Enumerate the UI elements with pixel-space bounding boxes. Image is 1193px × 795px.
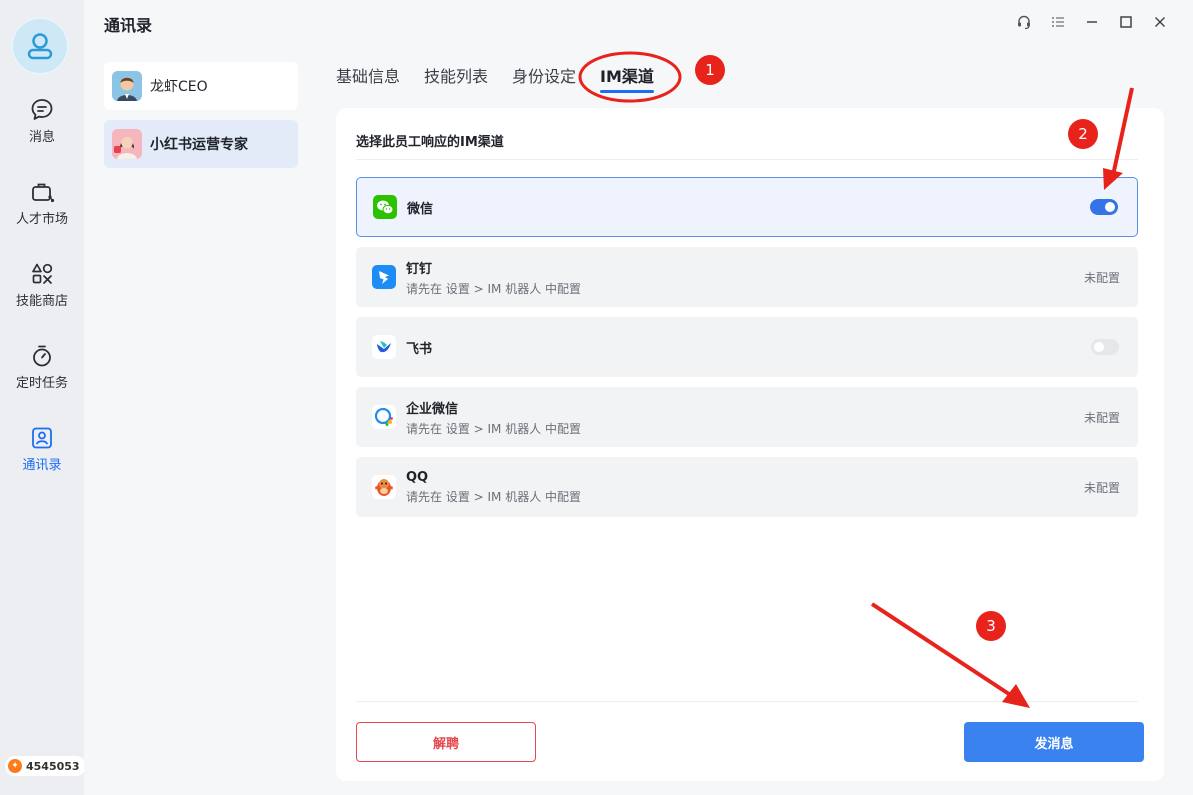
channel-name: QQ	[406, 469, 429, 485]
headset-icon	[1018, 15, 1030, 30]
channel-name: 微信	[407, 201, 434, 217]
feishu-toggle[interactable]	[1091, 339, 1119, 355]
channel-name: 飞书	[406, 341, 433, 357]
briefcase-icon	[32, 183, 55, 203]
feishu-icon	[372, 335, 396, 359]
channel-name: 企业微信	[406, 401, 459, 417]
timer-icon	[33, 345, 51, 367]
divider	[356, 159, 1138, 160]
contact-name: 龙虾CEO	[150, 79, 208, 95]
close-icon	[1154, 16, 1166, 28]
channel-hint: 请先在 设置 > IM 机器人 中配置	[406, 421, 582, 436]
active-tab-indicator	[600, 90, 654, 93]
annotation-badge-3: 3	[976, 611, 1006, 641]
contact-name: 小红书运营专家	[150, 137, 248, 153]
tab-identity[interactable]: 身份设定	[512, 63, 576, 87]
credits-value: 4545053	[26, 759, 80, 773]
channel-row-wechat[interactable]: 微信	[356, 177, 1138, 237]
close-button[interactable]	[1150, 12, 1170, 32]
user-icon	[27, 33, 53, 60]
skills-icon	[32, 263, 53, 284]
sidebar-item-talent-market[interactable]: 人才市场	[0, 179, 84, 227]
channel-hint: 请先在 设置 > IM 机器人 中配置	[406, 281, 582, 296]
channel-status: 未配置	[1083, 480, 1120, 495]
send-message-button[interactable]: 发消息	[964, 722, 1144, 762]
channel-hint: 请先在 设置 > IM 机器人 中配置	[406, 489, 582, 504]
menu-button[interactable]	[1048, 12, 1068, 32]
contact-item-selected[interactable]: 小红书运营专家	[104, 120, 298, 168]
sidebar-item-scheduled-tasks[interactable]: 定时任务	[0, 343, 84, 391]
toggle-knob	[1105, 202, 1115, 212]
maximize-button[interactable]	[1116, 12, 1136, 32]
ceo-avatar-icon	[112, 71, 142, 101]
channel-name: 钉钉	[406, 261, 433, 277]
channel-row-qq: QQ 请先在 设置 > IM 机器人 中配置 未配置	[356, 457, 1138, 517]
fire-button[interactable]: 解聘	[356, 722, 536, 762]
maximize-icon	[1120, 16, 1132, 28]
coin-icon: ✦	[8, 759, 22, 773]
wecom-icon	[372, 405, 396, 429]
channel-status: 未配置	[1083, 410, 1120, 425]
tab-skill-list[interactable]: 技能列表	[424, 63, 488, 87]
channel-row-wecom: 企业微信 请先在 设置 > IM 机器人 中配置 未配置	[356, 387, 1138, 447]
channel-row-feishu[interactable]: 飞书	[356, 317, 1138, 377]
contacts-icon	[32, 427, 52, 449]
channel-row-dingtalk: 钉钉 请先在 设置 > IM 机器人 中配置 未配置	[356, 247, 1138, 307]
tab-basic-info[interactable]: 基础信息	[336, 63, 400, 87]
channel-status: 未配置	[1083, 270, 1120, 285]
minimize-icon	[1087, 21, 1097, 23]
sidebar-item-label: 定时任务	[15, 376, 68, 391]
wechat-toggle[interactable]	[1090, 199, 1118, 215]
wechat-icon	[373, 195, 397, 219]
minimize-button[interactable]	[1082, 12, 1102, 32]
sidebar-item-label: 人才市场	[15, 212, 68, 227]
xhs-avatar-icon	[112, 129, 142, 159]
contact-item[interactable]: 龙虾CEO	[104, 62, 298, 110]
qq-icon	[372, 475, 396, 499]
annotation-badge-2: 2	[1068, 119, 1098, 149]
left-rail: 消息 人才市场 技能商店 定时任务 通讯录 ✦ 4545053	[0, 0, 86, 795]
message-icon	[31, 99, 53, 120]
sidebar-item-contacts[interactable]: 通讯录	[0, 425, 84, 473]
contact-avatar	[112, 71, 142, 101]
user-avatar[interactable]	[11, 17, 69, 75]
page-title: 通讯录	[104, 16, 153, 35]
credits-badge[interactable]: ✦ 4545053	[5, 756, 86, 776]
contact-avatar	[112, 129, 142, 159]
im-channel-panel: 选择此员工响应的IM渠道 微信 钉钉 请先在 设置 > IM 机器人 中配置 未…	[336, 108, 1164, 781]
sidebar-item-messages[interactable]: 消息	[0, 97, 84, 145]
list-icon	[1052, 17, 1064, 27]
support-button[interactable]	[1014, 12, 1034, 32]
panel-title: 选择此员工响应的IM渠道	[356, 135, 504, 150]
sidebar-item-label: 技能商店	[15, 294, 68, 309]
sidebar-item-skill-store[interactable]: 技能商店	[0, 261, 84, 309]
annotation-badge-1: 1	[695, 55, 725, 85]
sidebar-item-label: 通讯录	[22, 458, 62, 473]
toggle-knob	[1094, 342, 1104, 352]
dingtalk-icon	[372, 265, 396, 289]
main-area: 通讯录 龙虾CEO 小红书运营专家 基础信息 技能列表 身份设定 IM渠道 选择…	[84, 0, 1193, 795]
sidebar-item-label: 消息	[28, 130, 55, 145]
divider	[356, 701, 1138, 702]
tab-im-channels[interactable]: IM渠道	[600, 63, 654, 87]
